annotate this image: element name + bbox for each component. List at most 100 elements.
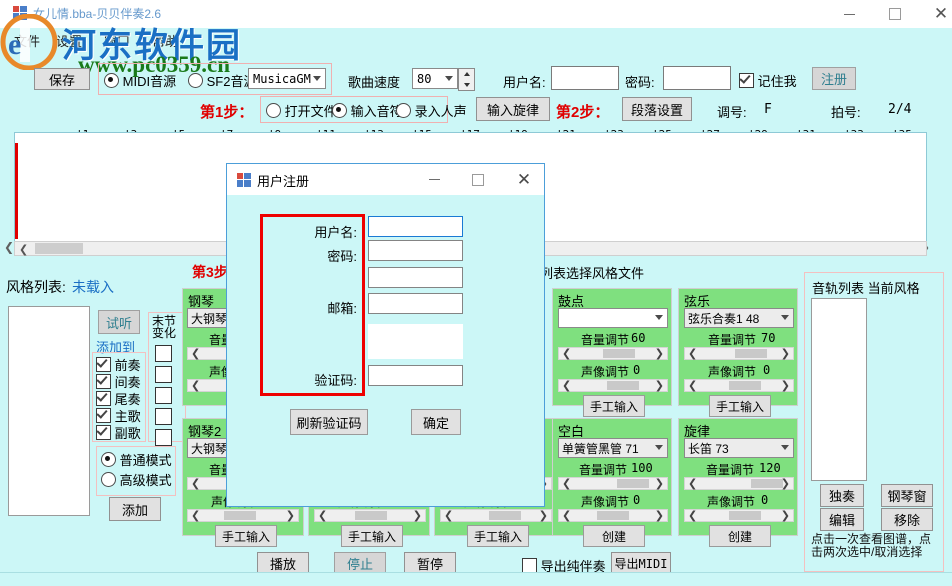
add-style-button[interactable]: 添加 <box>109 497 161 521</box>
slider-left-arrow[interactable]: ❮ <box>562 477 571 490</box>
last-bar-checkbox[interactable] <box>155 387 172 404</box>
slider-thumb[interactable] <box>489 511 521 520</box>
tempo-spinner[interactable] <box>458 68 475 91</box>
scrollbar-thumb[interactable] <box>35 243 83 254</box>
pan-slider[interactable]: ❮ ❯ <box>684 509 794 522</box>
slider-right-arrow[interactable]: ❯ <box>286 509 295 522</box>
manual-input-button[interactable]: 手工输入 <box>215 525 277 547</box>
slider-right-arrow[interactable]: ❯ <box>655 509 664 522</box>
confirm-button[interactable]: 确定 <box>411 409 461 435</box>
edit-track-button[interactable]: 编辑 <box>820 508 864 531</box>
dialog-email-input[interactable] <box>368 293 463 314</box>
pan-slider[interactable]: ❮ ❯ <box>558 379 668 392</box>
slider-left-arrow[interactable]: ❮ <box>562 379 571 392</box>
piano-roll-button[interactable]: 钢琴窗 <box>881 484 933 507</box>
slider-left-arrow[interactable]: ❮ <box>688 347 697 360</box>
menu-item-help[interactable]: 帮助 <box>152 31 178 50</box>
preview-button[interactable]: 试听 <box>98 310 140 334</box>
menu-item-window[interactable]: 窗口 <box>104 31 130 50</box>
dialog-captcha-input[interactable] <box>368 365 463 386</box>
username-input[interactable] <box>551 66 619 90</box>
manual-input-button[interactable]: 手工输入 <box>467 525 529 547</box>
input-notes-radio[interactable]: 输入音符 <box>332 101 403 120</box>
advanced-mode-radio[interactable]: 高级模式 <box>101 470 172 489</box>
pan-slider[interactable]: ❮ ❯ <box>684 379 794 392</box>
slider-right-arrow[interactable]: ❯ <box>539 509 548 522</box>
menu-item-file[interactable]: 文件 <box>14 31 40 50</box>
minimize-button[interactable] <box>826 0 872 28</box>
pan-slider[interactable]: ❮ ❯ <box>187 509 299 522</box>
slider-left-arrow[interactable]: ❮ <box>688 379 697 392</box>
slider-right-arrow[interactable]: ❯ <box>655 379 664 392</box>
slider-right-arrow[interactable]: ❯ <box>655 347 664 360</box>
slider-thumb[interactable] <box>603 349 635 358</box>
menu-item-settings[interactable]: 设置 <box>56 31 82 50</box>
dialog-password-input[interactable] <box>368 240 463 261</box>
tempo-spin-up[interactable] <box>459 69 474 80</box>
slider-right-arrow[interactable]: ❯ <box>781 509 790 522</box>
slider-left-arrow[interactable]: ❮ <box>191 379 200 392</box>
dialog-password-confirm-input[interactable] <box>368 267 463 288</box>
pan-slider[interactable]: ❮ ❯ <box>440 509 552 522</box>
slider-thumb[interactable] <box>735 349 767 358</box>
last-bar-checkbox[interactable] <box>155 429 172 446</box>
remove-track-button[interactable]: 移除 <box>881 508 933 531</box>
slider-thumb[interactable] <box>729 511 761 520</box>
manual-input-button[interactable]: 手工输入 <box>583 395 645 417</box>
register-button[interactable]: 注册 <box>812 67 856 90</box>
password-input[interactable] <box>663 66 731 90</box>
dialog-username-input[interactable] <box>368 216 463 237</box>
track-listbox[interactable] <box>811 298 867 481</box>
instrument-program-combo[interactable]: 长笛 73 <box>684 438 794 458</box>
slider-thumb[interactable] <box>597 511 629 520</box>
remember-me-checkbox[interactable]: 记住我 <box>739 71 797 90</box>
volume-slider[interactable]: ❮ ❯ <box>558 347 668 360</box>
slider-left-arrow[interactable]: ❮ <box>688 509 697 522</box>
dialog-close-button[interactable]: ✕ <box>505 164 543 195</box>
pan-slider[interactable]: ❮ ❯ <box>314 509 426 522</box>
sf2-source-radio[interactable]: SF2音源 <box>188 71 256 90</box>
last-bar-checkbox[interactable] <box>155 345 172 362</box>
last-bar-checkbox[interactable] <box>155 366 172 383</box>
input-melody-button[interactable]: 输入旋律 <box>476 97 550 121</box>
slider-thumb[interactable] <box>617 479 649 488</box>
close-button[interactable]: ✕ <box>918 0 952 28</box>
slider-left-arrow[interactable]: ❮ <box>444 509 453 522</box>
instrument-program-combo[interactable]: 单簧管黑管 71 <box>558 438 668 458</box>
create-track-button[interactable]: 创建 <box>709 525 771 547</box>
slider-left-arrow[interactable]: ❮ <box>688 477 697 490</box>
slider-left-arrow[interactable]: ❮ <box>191 509 200 522</box>
last-bar-checkbox[interactable] <box>155 408 172 425</box>
manual-input-button[interactable]: 手工输入 <box>341 525 403 547</box>
slider-thumb[interactable] <box>751 479 783 488</box>
slider-thumb[interactable] <box>355 511 387 520</box>
solo-button[interactable]: 独奏 <box>820 484 864 507</box>
record-voice-radio[interactable]: 录入人声 <box>396 101 467 120</box>
manual-input-button[interactable]: 手工输入 <box>709 395 771 417</box>
slider-left-arrow[interactable]: ❮ <box>318 509 327 522</box>
volume-slider[interactable]: ❮ ❯ <box>684 347 794 360</box>
instrument-program-combo[interactable] <box>558 308 668 328</box>
scrollbar-left-icon[interactable]: ❮ <box>19 243 28 256</box>
volume-slider[interactable]: ❮ ❯ <box>684 477 794 490</box>
slider-right-arrow[interactable]: ❯ <box>781 347 790 360</box>
slider-thumb[interactable] <box>607 381 639 390</box>
create-track-button[interactable]: 创建 <box>583 525 645 547</box>
slider-right-arrow[interactable]: ❯ <box>413 509 422 522</box>
tempo-spin-down[interactable] <box>459 80 474 91</box>
slider-right-arrow[interactable]: ❯ <box>781 379 790 392</box>
slider-left-arrow[interactable]: ❮ <box>562 509 571 522</box>
dialog-maximize-button[interactable] <box>459 164 497 195</box>
refresh-captcha-button[interactable]: 刷新验证码 <box>290 409 368 435</box>
slider-left-arrow[interactable]: ❮ <box>191 347 200 360</box>
save-button[interactable]: 保存 <box>34 68 90 90</box>
section-setup-button[interactable]: 段落设置 <box>622 97 692 121</box>
style-listbox[interactable] <box>8 306 90 516</box>
soundbank-combo[interactable]: MusicaGM <box>248 68 326 89</box>
target-chorus-checkbox[interactable]: 副歌 <box>96 423 141 442</box>
slider-right-arrow[interactable]: ❯ <box>655 477 664 490</box>
slider-thumb[interactable] <box>224 511 256 520</box>
slider-left-arrow[interactable]: ❮ <box>191 477 200 490</box>
dialog-minimize-button[interactable] <box>415 164 453 195</box>
slider-thumb[interactable] <box>729 381 761 390</box>
